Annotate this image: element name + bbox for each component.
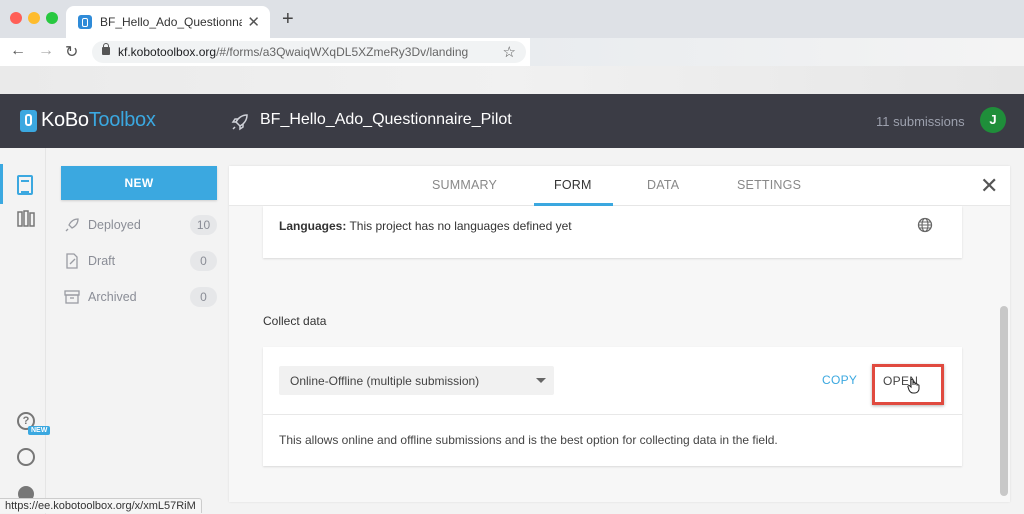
app-header: KoBoToolbox BF_Hello_Ado_Questionnaire_P…	[0, 94, 1024, 148]
scrollbar[interactable]	[1000, 306, 1008, 496]
reload-icon[interactable]: ↻	[65, 42, 78, 62]
draft-icon	[66, 253, 78, 269]
open-button-highlight: OPEN	[872, 364, 944, 405]
archive-icon	[64, 290, 80, 304]
logo-bold: KoBo	[41, 109, 89, 131]
tab-summary[interactable]: SUMMARY	[432, 178, 497, 192]
active-indicator	[0, 164, 3, 204]
sidebar-item-label: Archived	[88, 290, 137, 304]
new-badge: NEW	[28, 426, 51, 435]
divider	[263, 414, 962, 415]
blurred-bookmarks-bar	[0, 66, 1024, 94]
new-tab-icon[interactable]: +	[282, 8, 294, 31]
globe-icon[interactable]	[917, 217, 933, 233]
project-title: BF_Hello_Ado_Questionnaire_Pilot	[260, 111, 512, 128]
sidebar-item-draft[interactable]: Draft 0	[61, 250, 217, 274]
sidebar-item-label: Deployed	[88, 218, 141, 232]
chevron-down-icon	[536, 378, 546, 383]
logo-thin: Toolbox	[88, 109, 156, 131]
status-bar-url: https://ee.kobotoolbox.org/x/xmL57RiM	[0, 498, 202, 513]
back-arrow-icon[interactable]: ←	[10, 42, 26, 60]
forward-arrow-icon[interactable]: →	[38, 42, 54, 60]
left-icon-bar: ? NEW	[0, 148, 51, 514]
sidebar-item-count: 10	[190, 215, 217, 235]
sidebar-item-count: 0	[190, 251, 217, 271]
forms-clipboard-icon[interactable]	[17, 175, 33, 195]
bookmark-star-icon[interactable]: ☆	[503, 43, 516, 61]
sidebar-item-label: Draft	[88, 254, 116, 268]
sidebar-item-count: 0	[190, 287, 217, 307]
rocket-icon	[65, 218, 79, 232]
kobo-logo-icon[interactable]	[20, 110, 37, 132]
submissions-count: 11 submissions	[876, 114, 965, 129]
languages-text: Languages: This project has no languages…	[279, 219, 572, 233]
collect-description: This allows online and offline submissio…	[279, 433, 778, 447]
tab-title: BF_Hello_Ado_Questionnaire_Pi	[100, 15, 242, 29]
url-domain: kf.kobotoolbox.org	[118, 45, 217, 59]
tab-close-icon[interactable]: ✕	[247, 13, 260, 31]
main-panel: SUMMARY FORM DATA SETTINGS ✕ Languages: …	[229, 166, 1010, 502]
sidebar-item-archived[interactable]: Archived 0	[61, 286, 217, 310]
languages-card: Languages: This project has no languages…	[263, 206, 962, 258]
blurred-extensions	[530, 38, 1024, 66]
languages-value: This project has no languages defined ye…	[349, 219, 572, 233]
window-close-button[interactable]	[10, 12, 22, 24]
window-maximize-button[interactable]	[46, 12, 58, 24]
library-icon[interactable]	[17, 210, 35, 227]
browser-tab[interactable]: BF_Hello_Ado_Questionnaire_Pi ✕	[66, 6, 270, 38]
collect-data-heading: Collect data	[263, 314, 327, 328]
languages-label: Languages:	[279, 219, 347, 233]
sidebar-item-deployed[interactable]: Deployed 10	[61, 214, 217, 238]
collect-data-card: Online-Offline (multiple submission) COP…	[263, 347, 962, 466]
url-field[interactable]: kf.kobotoolbox.org/#/forms/a3QwaiqWXqDL5…	[92, 41, 526, 63]
new-project-button[interactable]: NEW	[61, 166, 217, 200]
select-value: Online-Offline (multiple submission)	[290, 374, 480, 388]
close-icon[interactable]: ✕	[980, 175, 998, 197]
window-minimize-button[interactable]	[28, 12, 40, 24]
hand-cursor-icon	[907, 378, 920, 394]
copy-button[interactable]: COPY	[822, 373, 857, 387]
rocket-icon	[231, 114, 248, 131]
tab-form[interactable]: FORM	[554, 178, 592, 192]
url-path: /#/forms/a3QwaiqWXqDL5XZmeRy3Dv/landing	[216, 45, 469, 59]
lock-icon	[102, 43, 110, 55]
kobo-favicon-icon	[78, 15, 92, 29]
collection-method-select[interactable]: Online-Offline (multiple submission)	[279, 366, 554, 395]
tab-settings[interactable]: SETTINGS	[737, 178, 801, 192]
project-tabs: SUMMARY FORM DATA SETTINGS ✕	[229, 166, 1010, 206]
tab-data[interactable]: DATA	[647, 178, 679, 192]
support-globe-icon[interactable]	[17, 448, 35, 466]
kobo-logo-text[interactable]: KoBoToolbox	[41, 109, 156, 132]
browser-tabbar: BF_Hello_Ado_Questionnaire_Pi ✕ +	[0, 0, 1024, 38]
url-text: kf.kobotoolbox.org/#/forms/a3QwaiqWXqDL5…	[118, 45, 468, 59]
user-avatar[interactable]: J	[980, 107, 1006, 133]
